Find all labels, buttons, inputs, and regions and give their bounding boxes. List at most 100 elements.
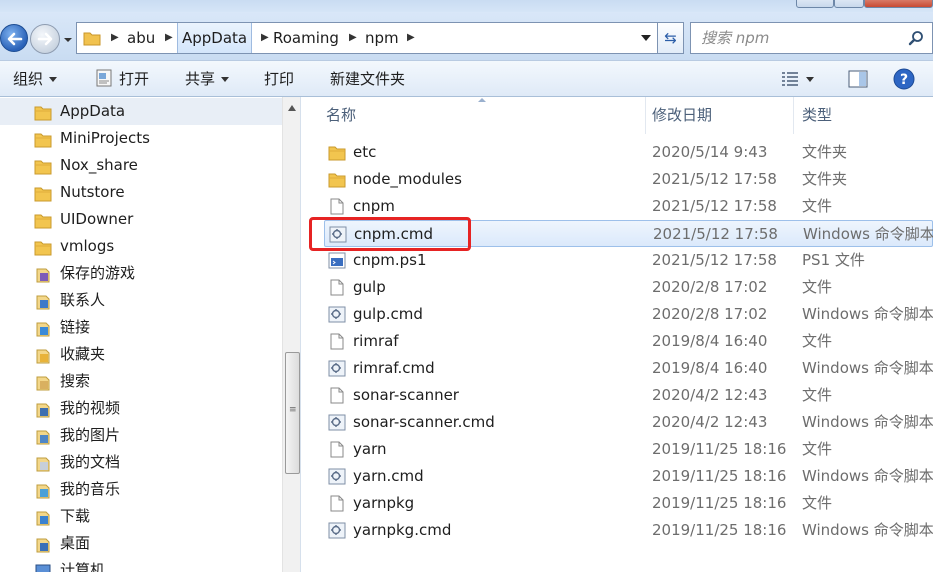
address-dropdown-icon[interactable] bbox=[641, 35, 651, 41]
preview-pane-icon[interactable] bbox=[848, 70, 868, 88]
search-input[interactable]: 搜索 npm bbox=[701, 23, 769, 53]
file-type: Windows 命令脚本 bbox=[802, 467, 933, 485]
file-row[interactable]: sonar-scanner 2020/4/2 12:43 文件 bbox=[324, 382, 933, 409]
sidebar-item-8[interactable]: 链接 bbox=[0, 314, 282, 341]
scroll-thumb[interactable]: ≡ bbox=[285, 352, 300, 474]
file-row[interactable]: cnpm 2021/5/12 17:58 文件 bbox=[324, 193, 933, 220]
chevron-down-icon bbox=[49, 77, 58, 82]
minimize-button[interactable] bbox=[796, 0, 834, 8]
back-button[interactable] bbox=[0, 24, 28, 52]
sidebar-item-17[interactable]: 计算机 bbox=[0, 557, 282, 572]
search-box[interactable]: 搜索 npm bbox=[690, 22, 933, 54]
column-header-name[interactable]: 名称 bbox=[302, 97, 646, 134]
breadcrumb-npm[interactable]: npm bbox=[365, 23, 399, 53]
search-icon[interactable] bbox=[908, 30, 924, 46]
breadcrumb-roaming[interactable]: Roaming bbox=[273, 23, 339, 53]
desktop-icon bbox=[36, 538, 50, 553]
sort-ascending-icon bbox=[478, 98, 486, 102]
new-folder-button[interactable]: 新建文件夹 bbox=[330, 61, 405, 97]
breadcrumb-separator-icon[interactable]: ▶ bbox=[407, 23, 415, 53]
breadcrumb-separator-icon[interactable]: ▶ bbox=[111, 23, 119, 53]
cmd-script-icon bbox=[328, 360, 346, 377]
view-options-icon[interactable] bbox=[781, 71, 799, 87]
file-row[interactable]: yarnpkg.cmd 2019/11/25 18:16 Windows 命令脚本 bbox=[324, 517, 933, 544]
file-name: cnpm.ps1 bbox=[353, 251, 427, 269]
sidebar-item-label: 桌面 bbox=[60, 534, 91, 552]
file-row[interactable]: cnpm.ps1 2021/5/12 17:58 PS1 文件 bbox=[324, 247, 933, 274]
breadcrumb-appdata[interactable]: AppData bbox=[177, 23, 253, 53]
sidebar-item-2[interactable]: Nox_share bbox=[0, 152, 282, 179]
organize-label: 组织 bbox=[13, 70, 44, 88]
folder-icon bbox=[34, 241, 52, 256]
folder-icon bbox=[34, 160, 52, 175]
breadcrumb-separator-icon[interactable]: ▶ bbox=[349, 23, 357, 53]
sidebar-item-label: MiniProjects bbox=[60, 129, 150, 147]
file-row[interactable]: yarnpkg 2019/11/25 18:16 文件 bbox=[324, 490, 933, 517]
address-row: ▶ abu ▶ AppData ▶ Roaming ▶ npm ▶ ⇆ 搜索 n… bbox=[0, 12, 933, 60]
cmd-script-icon bbox=[328, 306, 346, 323]
open-button[interactable]: 打开 bbox=[119, 61, 149, 97]
help-icon[interactable]: ? bbox=[893, 68, 915, 90]
file-modified: 2020/2/8 17:02 bbox=[652, 278, 768, 296]
file-row[interactable]: rimraf.cmd 2019/8/4 16:40 Windows 命令脚本 bbox=[324, 355, 933, 382]
address-bar[interactable]: ▶ abu ▶ AppData ▶ Roaming ▶ npm ▶ bbox=[76, 22, 658, 54]
sidebar-item-14[interactable]: 我的音乐 bbox=[0, 476, 282, 503]
breadcrumb-abu[interactable]: abu bbox=[127, 23, 155, 53]
column-header-type[interactable]: 类型 bbox=[778, 97, 933, 134]
print-button[interactable]: 打印 bbox=[264, 61, 294, 97]
scroll-up-icon[interactable] bbox=[288, 105, 296, 111]
file-row[interactable]: yarn 2019/11/25 18:16 文件 bbox=[324, 436, 933, 463]
nav-scrollbar[interactable]: ≡ bbox=[282, 97, 300, 572]
recent-pages-dropdown-icon[interactable] bbox=[62, 34, 74, 46]
sidebar-item-11[interactable]: 我的视频 bbox=[0, 395, 282, 422]
explorer-window: ▶ abu ▶ AppData ▶ Roaming ▶ npm ▶ ⇆ 搜索 n… bbox=[0, 0, 933, 572]
sidebar-item-6[interactable]: 保存的游戏 bbox=[0, 260, 282, 287]
sidebar-item-1[interactable]: MiniProjects bbox=[0, 125, 282, 152]
view-dropdown-icon[interactable] bbox=[806, 77, 814, 82]
sidebar-item-0[interactable]: AppData bbox=[0, 98, 282, 125]
file-row[interactable]: rimraf 2019/8/4 16:40 文件 bbox=[324, 328, 933, 355]
sidebar-item-4[interactable]: UIDowner bbox=[0, 206, 282, 233]
sidebar-item-5[interactable]: vmlogs bbox=[0, 233, 282, 260]
sidebar-item-9[interactable]: 收藏夹 bbox=[0, 341, 282, 368]
sidebar-item-label: 我的文档 bbox=[60, 453, 121, 471]
breadcrumb-separator-icon[interactable]: ▶ bbox=[261, 23, 269, 53]
file-name: gulp bbox=[353, 278, 386, 296]
sidebar-item-3[interactable]: Nutstore bbox=[0, 179, 282, 206]
maximize-button[interactable] bbox=[834, 0, 864, 8]
file-row[interactable]: sonar-scanner.cmd 2020/4/2 12:43 Windows 命… bbox=[324, 409, 933, 436]
file-name: etc bbox=[353, 143, 377, 161]
command-bar: 组织 打开 共享 打印 新建文件夹 ? bbox=[0, 60, 933, 97]
share-menu[interactable]: 共享 bbox=[185, 61, 230, 97]
videos-icon bbox=[36, 403, 50, 418]
file-modified: 2020/5/14 9:43 bbox=[652, 143, 768, 161]
file-modified: 2021/5/12 17:58 bbox=[653, 225, 778, 243]
file-row[interactable]: yarn.cmd 2019/11/25 18:16 Windows 命令脚本 bbox=[324, 463, 933, 490]
breadcrumb-separator-icon[interactable]: ▶ bbox=[165, 23, 173, 53]
file-type: 文件 bbox=[802, 197, 833, 215]
folder-icon bbox=[34, 106, 52, 121]
close-button[interactable] bbox=[864, 0, 933, 8]
refresh-button[interactable]: ⇆ bbox=[658, 22, 684, 54]
file-row[interactable]: etc 2020/5/14 9:43 文件夹 bbox=[324, 139, 933, 166]
file-type: Windows 命令脚本 bbox=[802, 521, 933, 539]
organize-menu[interactable]: 组织 bbox=[13, 61, 58, 97]
column-header-modified[interactable]: 修改日期 bbox=[628, 97, 798, 134]
file-row[interactable]: gulp.cmd 2020/2/8 17:02 Windows 命令脚本 bbox=[324, 301, 933, 328]
folder-icon bbox=[34, 214, 52, 229]
sidebar-item-16[interactable]: 桌面 bbox=[0, 530, 282, 557]
file-row[interactable]: node_modules 2021/5/12 17:58 文件夹 bbox=[324, 166, 933, 193]
file-row[interactable]: gulp 2020/2/8 17:02 文件 bbox=[324, 274, 933, 301]
file-modified: 2020/4/2 12:43 bbox=[652, 386, 768, 404]
file-modified: 2019/11/25 18:16 bbox=[652, 440, 787, 458]
file-name: yarn.cmd bbox=[353, 467, 424, 485]
forward-button[interactable] bbox=[30, 24, 60, 54]
sidebar-item-12[interactable]: 我的图片 bbox=[0, 422, 282, 449]
sidebar-item-13[interactable]: 我的文档 bbox=[0, 449, 282, 476]
file-type: 文件 bbox=[802, 440, 833, 458]
sidebar-item-7[interactable]: 联系人 bbox=[0, 287, 282, 314]
file-name: sonar-scanner.cmd bbox=[353, 413, 495, 431]
sidebar-item-10[interactable]: 搜索 bbox=[0, 368, 282, 395]
sidebar-item-label: 收藏夹 bbox=[60, 345, 106, 363]
sidebar-item-15[interactable]: 下载 bbox=[0, 503, 282, 530]
